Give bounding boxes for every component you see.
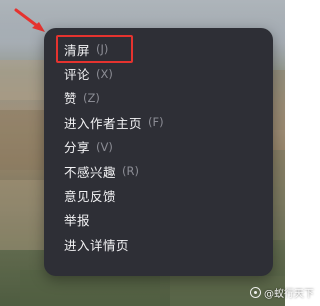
menu-item-shortcut: (V)	[96, 139, 113, 154]
menu-item-label: 评论	[64, 67, 91, 83]
menu-item-label: 进入作者主页	[64, 115, 143, 131]
watermark-logo-icon	[250, 287, 261, 298]
context-menu: 清屏 (J) 评论 (X) 赞 (Z) 进入作者主页 (F) 分享 (V) 不感…	[44, 28, 273, 276]
menu-item-label: 分享	[64, 140, 91, 156]
menu-item-comment[interactable]: 评论 (X)	[44, 61, 273, 85]
menu-item-like[interactable]: 赞 (Z)	[44, 86, 273, 110]
menu-item-shortcut: (X)	[96, 66, 113, 81]
menu-item-details-page[interactable]: 进入详情页	[44, 232, 273, 256]
menu-item-shortcut: (Z)	[83, 90, 100, 105]
menu-item-report[interactable]: 举报	[44, 208, 273, 232]
menu-item-shortcut: (F)	[148, 115, 164, 130]
watermark-text: @蚁行天下	[264, 289, 314, 300]
red-arrow-icon	[14, 8, 45, 32]
menu-item-label: 意见反馈	[64, 189, 117, 205]
menu-item-label: 进入详情页	[64, 237, 130, 253]
menu-item-not-interested[interactable]: 不感兴趣 (R)	[44, 159, 273, 183]
menu-item-author-page[interactable]: 进入作者主页 (F)	[44, 110, 273, 134]
menu-item-shortcut: (R)	[122, 164, 139, 179]
menu-item-feedback[interactable]: 意见反馈	[44, 183, 273, 207]
menu-item-share[interactable]: 分享 (V)	[44, 135, 273, 159]
highlight-box	[56, 35, 133, 63]
menu-item-label: 赞	[64, 91, 78, 107]
watermark: @蚁行天下	[250, 285, 314, 300]
menu-item-label: 举报	[64, 213, 91, 229]
menu-item-label: 不感兴趣	[64, 164, 117, 180]
